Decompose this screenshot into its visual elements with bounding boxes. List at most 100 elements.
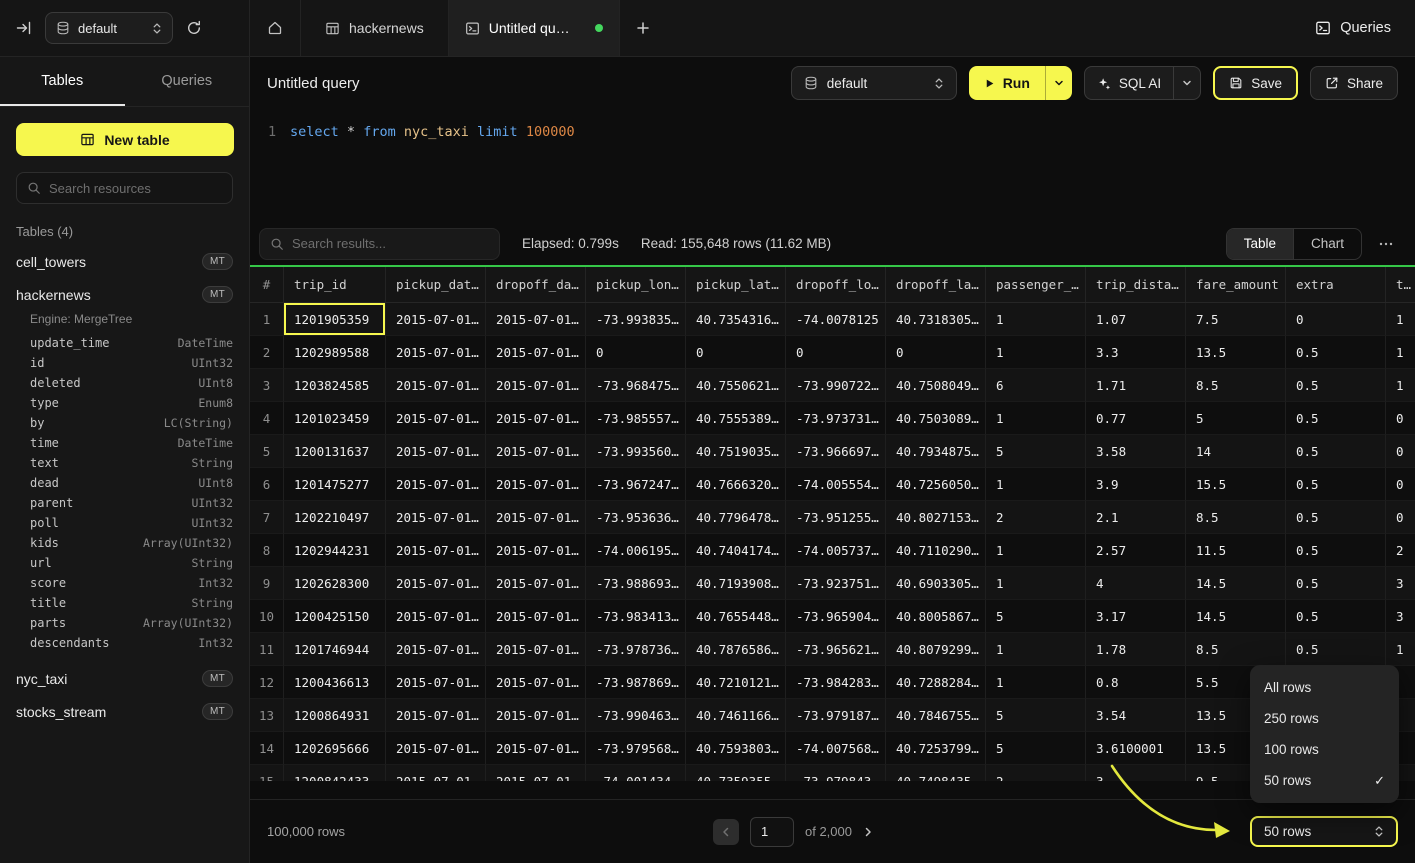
rows-menu-option[interactable]: 100 rows <box>1250 734 1399 765</box>
results-search-input[interactable] <box>292 236 489 251</box>
table-cell[interactable]: 2.57 <box>1086 534 1186 567</box>
table-cell[interactable]: 1202989588 <box>284 336 386 369</box>
query-database-selector[interactable]: default <box>791 66 957 100</box>
table-cell[interactable]: 4 <box>1086 567 1186 600</box>
sidebar-item-hackernews[interactable]: hackernews MT <box>0 278 249 311</box>
table-cell[interactable]: 1201746944 <box>284 633 386 666</box>
table-cell[interactable]: 1.78 <box>1086 633 1186 666</box>
table-cell[interactable]: 2015-07-01… <box>486 666 586 699</box>
table-cell[interactable]: 40.7655448… <box>686 600 786 633</box>
results-column-header[interactable]: trip_id <box>284 267 386 302</box>
sql-code-line[interactable]: select * from nyc_taxi limit 100000 <box>290 122 575 222</box>
table-cell[interactable]: 3 <box>1386 567 1415 600</box>
results-column-header[interactable]: dropoff_da… <box>486 267 586 302</box>
table-cell[interactable]: 3.6100001 <box>1086 732 1186 765</box>
table-cell[interactable]: 40.8027153… <box>886 501 986 534</box>
table-cell[interactable]: 1 <box>986 567 1086 600</box>
sidebar-tab-tables[interactable]: Tables <box>0 57 125 106</box>
table-cell[interactable]: 1200842433 <box>284 765 386 781</box>
new-table-button[interactable]: New table <box>16 123 234 156</box>
table-cell[interactable]: 0.5 <box>1286 336 1386 369</box>
table-cell[interactable]: 0.5 <box>1286 534 1386 567</box>
results-column-header[interactable]: pickup_lat… <box>686 267 786 302</box>
table-cell[interactable]: -73.985557… <box>586 402 686 435</box>
table-cell[interactable]: 40.7318305… <box>886 303 986 336</box>
table-cell[interactable]: 3 <box>1386 600 1415 633</box>
table-cell[interactable]: 0.5 <box>1286 600 1386 633</box>
table-cell[interactable]: 3.58 <box>1086 435 1186 468</box>
results-column-header[interactable]: dropoff_lo… <box>786 267 886 302</box>
table-cell[interactable]: 0.5 <box>1286 435 1386 468</box>
table-cell[interactable]: 2015-07-01… <box>486 699 586 732</box>
table-cell[interactable]: -73.979568… <box>586 732 686 765</box>
table-cell[interactable]: 40.7193908… <box>686 567 786 600</box>
save-button[interactable]: Save <box>1213 66 1298 100</box>
tab-untitled-query[interactable]: Untitled qu… <box>449 0 620 56</box>
page-number-input[interactable] <box>750 817 794 847</box>
table-cell[interactable]: 40.7593803… <box>686 732 786 765</box>
results-column-header[interactable]: pickup_lon… <box>586 267 686 302</box>
table-cell[interactable]: -74.005737… <box>786 534 886 567</box>
table-cell[interactable]: 2015-07-01… <box>486 336 586 369</box>
table-cell[interactable]: -74.007568… <box>786 732 886 765</box>
table-cell[interactable]: 2015-07-01… <box>386 765 486 781</box>
table-cell[interactable]: 0 <box>1386 468 1415 501</box>
table-cell[interactable]: -73.966697… <box>786 435 886 468</box>
table-cell[interactable]: 40.7519035… <box>686 435 786 468</box>
next-page-button[interactable] <box>863 827 873 837</box>
table-cell[interactable]: 40.7555389… <box>686 402 786 435</box>
table-cell[interactable]: -73.968475… <box>586 369 686 402</box>
sql-ai-button[interactable]: SQL AI <box>1085 67 1173 99</box>
topbar-database-selector[interactable]: default <box>45 12 173 44</box>
table-cell[interactable]: 40.7288284… <box>886 666 986 699</box>
table-cell[interactable]: 0 <box>1386 435 1415 468</box>
table-cell[interactable]: -73.987869… <box>586 666 686 699</box>
table-cell[interactable]: 3.17 <box>1086 600 1186 633</box>
table-cell[interactable]: 5 <box>986 699 1086 732</box>
table-cell[interactable]: -73.984283… <box>786 666 886 699</box>
table-cell[interactable]: -73.965904… <box>786 600 886 633</box>
sidebar-tab-queries[interactable]: Queries <box>125 57 250 106</box>
table-cell[interactable]: 2015-07-01… <box>486 402 586 435</box>
table-cell[interactable]: 2015-07-01… <box>386 732 486 765</box>
table-cell[interactable]: 1 <box>1386 336 1415 369</box>
table-cell[interactable]: 8.5 <box>1186 369 1286 402</box>
table-cell[interactable]: 0.5 <box>1286 567 1386 600</box>
table-cell[interactable]: 1202210497 <box>284 501 386 534</box>
table-cell[interactable]: 5 <box>1186 402 1286 435</box>
table-cell[interactable]: 40.8079299… <box>886 633 986 666</box>
table-cell[interactable]: 2015-07-01… <box>486 600 586 633</box>
table-cell[interactable]: 1203824585 <box>284 369 386 402</box>
table-cell[interactable]: 1201023459 <box>284 402 386 435</box>
view-toggle-table[interactable]: Table <box>1227 229 1293 259</box>
results-column-header[interactable]: passenger_… <box>986 267 1086 302</box>
table-cell[interactable]: 2015-07-01… <box>486 633 586 666</box>
share-button[interactable]: Share <box>1310 66 1398 100</box>
table-cell[interactable]: 1 <box>1386 369 1415 402</box>
table-cell[interactable]: 0 <box>586 336 686 369</box>
table-cell[interactable]: -73.953636… <box>586 501 686 534</box>
table-cell[interactable]: 11.5 <box>1186 534 1286 567</box>
refresh-button[interactable] <box>184 18 204 38</box>
rows-menu-option[interactable]: 50 rows✓ <box>1250 765 1399 796</box>
table-cell[interactable]: 15.5 <box>1186 468 1286 501</box>
table-cell[interactable]: 2015-07-01… <box>386 567 486 600</box>
table-cell[interactable]: 40.7508049… <box>886 369 986 402</box>
table-cell[interactable]: 1 <box>986 303 1086 336</box>
tab-hackernews[interactable]: hackernews <box>301 0 449 56</box>
table-cell[interactable]: -74.0078125 <box>786 303 886 336</box>
results-column-header[interactable]: pickup_dat… <box>386 267 486 302</box>
table-cell[interactable]: 2015-07-01… <box>486 501 586 534</box>
rows-menu-option[interactable]: All rows <box>1250 672 1399 703</box>
sql-ai-options-button[interactable] <box>1173 67 1200 99</box>
rows-per-page-select[interactable]: 50 rows <box>1250 816 1398 847</box>
table-cell[interactable]: 5 <box>986 435 1086 468</box>
queries-button[interactable]: Queries <box>1315 20 1391 36</box>
table-cell[interactable]: 0 <box>1386 501 1415 534</box>
table-cell[interactable]: 14.5 <box>1186 567 1286 600</box>
table-cell[interactable]: 2015-07-01… <box>386 699 486 732</box>
table-cell[interactable]: 6 <box>986 369 1086 402</box>
table-cell[interactable]: 2015-07-01… <box>386 633 486 666</box>
resources-search-input[interactable] <box>49 181 222 196</box>
table-cell[interactable]: -73.951255… <box>786 501 886 534</box>
